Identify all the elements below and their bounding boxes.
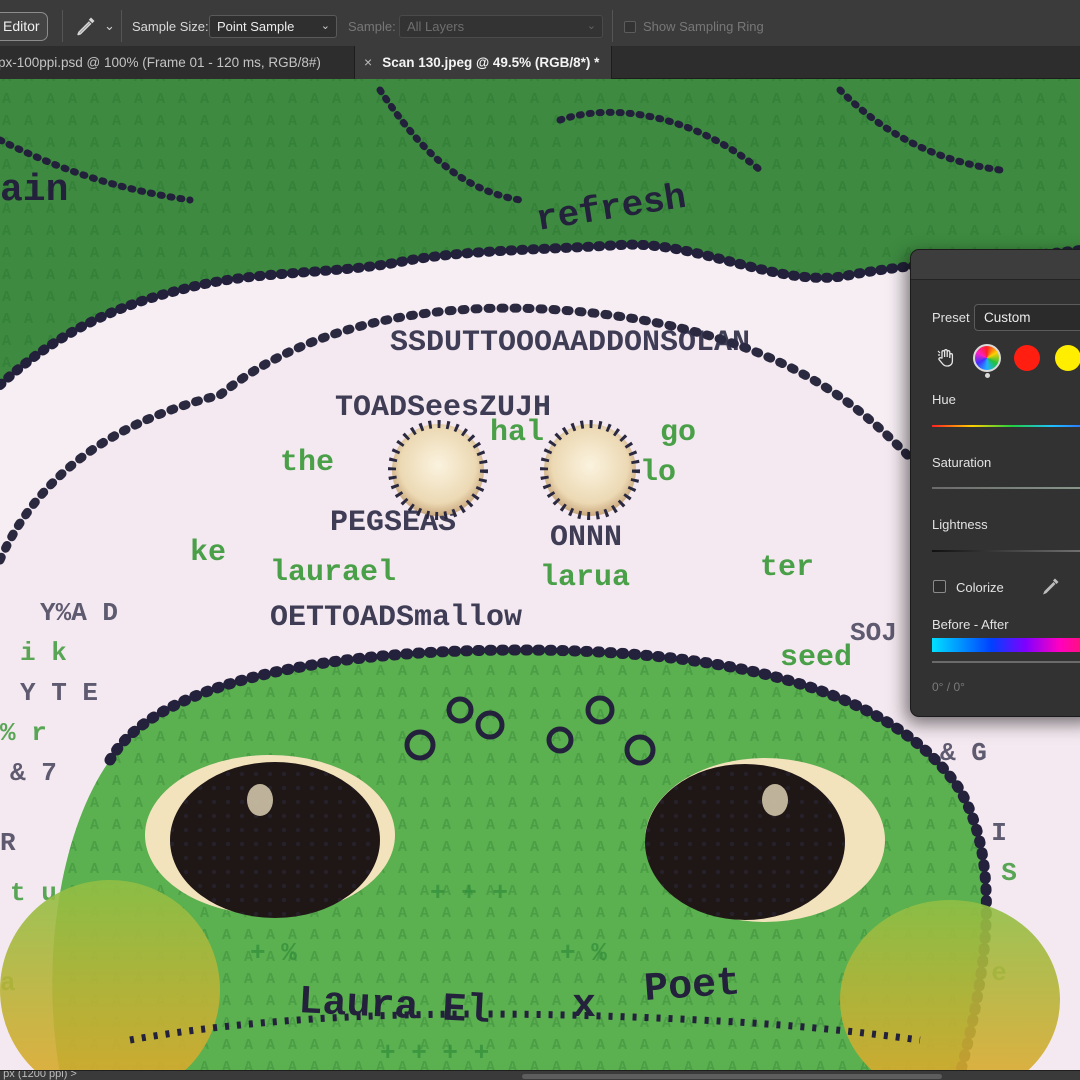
sample-size-select[interactable]: Point Sample ⌄ xyxy=(209,15,337,38)
range-readout: 0° / 0° xyxy=(932,680,965,694)
show-sampling-ring-label: Show Sampling Ring xyxy=(643,19,764,34)
status-text[interactable]: 2 px (1200 ppi) > xyxy=(0,1071,77,1080)
options-divider xyxy=(121,10,122,42)
typed-line: hal xyxy=(490,416,544,450)
status-bar: 2 px (1200 ppi) > xyxy=(0,1070,1080,1080)
options-bar: Editor ⌄ Sample Size: Point Sample ⌄ Sam… xyxy=(0,0,1080,52)
tab-scan-document[interactable]: × Scan 130.jpeg @ 49.5% (RGB/8*) * xyxy=(355,46,611,79)
svg-text:Y%A D: Y%A D xyxy=(40,598,118,628)
colorize-label: Colorize xyxy=(956,580,1004,595)
typed-line: ONNN xyxy=(550,521,622,555)
typed-line: lo xyxy=(640,456,676,490)
options-divider xyxy=(612,10,613,42)
eyedropper-icon[interactable] xyxy=(74,14,98,38)
hue-saturation-panel: Preset Custom Hue Saturation Lightness C… xyxy=(910,249,1080,717)
typed-line: go xyxy=(660,416,696,450)
chevron-down-icon: ⌄ xyxy=(586,20,596,32)
before-spectrum-bar xyxy=(932,638,1080,652)
tab-label: px-100ppi.psd @ 100% (Frame 01 - 120 ms,… xyxy=(0,55,321,70)
svg-text:% r: % r xyxy=(0,718,47,748)
editor-button[interactable]: Editor xyxy=(0,12,48,41)
eyedropper-icon[interactable] xyxy=(1041,576,1061,596)
saturation-label: Saturation xyxy=(932,455,992,470)
typed-line: seed xyxy=(780,641,852,675)
artwork-ain-text: ain xyxy=(0,169,68,212)
typed-line: laurael xyxy=(270,556,396,590)
lightness-label: Lightness xyxy=(932,517,988,532)
colorize-checkbox[interactable] xyxy=(933,580,946,593)
typed-line: OETTOADSmallow xyxy=(270,601,522,635)
preset-value: Custom xyxy=(984,310,1031,325)
lightness-slider[interactable] xyxy=(932,550,1080,552)
svg-text:Y T E: Y T E xyxy=(20,678,98,708)
sample-select[interactable]: All Layers ⌄ xyxy=(399,15,603,38)
targeted-adjustment-hand-icon[interactable] xyxy=(935,347,957,369)
typed-line: larua xyxy=(540,561,630,595)
svg-text:+ %: + % xyxy=(250,938,297,968)
after-spectrum-bar xyxy=(932,661,1080,663)
artwork-poet-text: Poet xyxy=(643,961,742,1013)
artwork-x-text: x xyxy=(572,984,596,1029)
options-divider xyxy=(62,10,63,42)
hue-slider[interactable] xyxy=(932,425,1080,427)
reds-channel-swatch[interactable] xyxy=(1014,345,1040,371)
horizontal-scrollbar[interactable] xyxy=(522,1074,942,1079)
sample-size-value: Point Sample xyxy=(217,19,295,34)
chevron-down-icon: ⌄ xyxy=(320,20,330,32)
panel-header[interactable] xyxy=(911,250,1080,280)
document-tab-bar: px-100ppi.psd @ 100% (Frame 01 - 120 ms,… xyxy=(0,46,1080,79)
preset-select[interactable]: Custom xyxy=(974,304,1080,331)
saturation-slider[interactable] xyxy=(932,487,1080,489)
before-after-label: Before - After xyxy=(932,617,1009,632)
tab-divider xyxy=(611,46,612,79)
master-channel-swatch[interactable] xyxy=(973,344,1001,372)
close-icon[interactable]: × xyxy=(364,54,372,70)
hue-label: Hue xyxy=(932,392,956,407)
yellows-channel-swatch[interactable] xyxy=(1055,345,1080,371)
svg-text:+ %: + % xyxy=(560,938,607,968)
svg-text:R: R xyxy=(0,828,16,858)
tab-psd-document[interactable]: px-100ppi.psd @ 100% (Frame 01 - 120 ms,… xyxy=(0,46,355,79)
sample-label: Sample: xyxy=(348,19,396,34)
typed-line: ke xyxy=(190,536,226,570)
typed-line: SOJ xyxy=(850,618,897,648)
svg-text:& G: & G xyxy=(940,738,987,768)
tool-preset-chevron-down-icon[interactable]: ⌄ xyxy=(104,18,115,34)
sample-size-label: Sample Size: xyxy=(132,19,209,34)
typed-line: ter xyxy=(760,551,814,585)
sample-value: All Layers xyxy=(407,19,465,34)
svg-text:+ + + +: + + + + xyxy=(380,1038,489,1068)
svg-text:+ + +: + + + xyxy=(430,878,508,908)
show-sampling-ring-checkbox[interactable] xyxy=(624,21,636,33)
typed-line: SSDUTTOOOAADDONSOLAN xyxy=(390,326,750,360)
typed-line: the xyxy=(280,446,334,480)
svg-text:i k: i k xyxy=(20,638,67,668)
selected-indicator xyxy=(985,373,990,378)
tab-label: Scan 130.jpeg @ 49.5% (RGB/8*) * xyxy=(382,55,600,70)
svg-text:& 7: & 7 xyxy=(10,758,57,788)
preset-label: Preset xyxy=(932,310,970,325)
